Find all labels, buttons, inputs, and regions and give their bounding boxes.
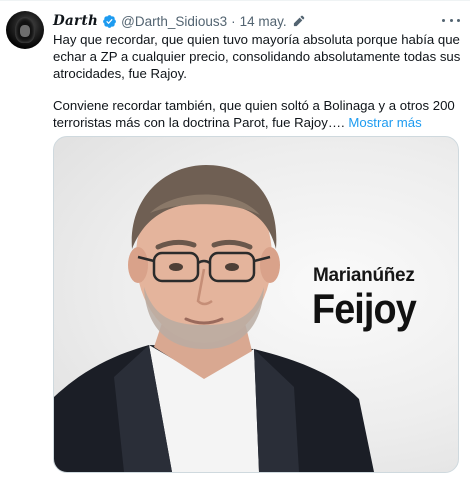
tweet-paragraph: Conviene recordar también, que quien sol… <box>53 98 463 132</box>
avatar-face-shape <box>20 25 30 37</box>
tweet-image[interactable]: Marianúñez Feijoy <box>53 136 459 473</box>
avatar[interactable] <box>6 11 44 49</box>
image-caption-last-name: Feijoy <box>312 285 417 332</box>
more-options-icon[interactable] <box>442 13 460 27</box>
edit-pencil-icon[interactable] <box>292 15 305 28</box>
tweet: Darth @Darth_Sidious3 · 14 may. Hay que … <box>0 0 470 478</box>
show-more-link[interactable]: Mostrar más <box>348 115 421 130</box>
separator-dot: · <box>231 13 236 29</box>
tweet-header: Darth @Darth_Sidious3 · 14 may. <box>53 11 305 31</box>
tweet-text: Hay que recordar, que quien tuvo mayoría… <box>53 32 463 132</box>
display-name[interactable]: Darth <box>53 13 98 29</box>
image-caption-first-name: Marianúñez <box>313 265 415 286</box>
tweet-paragraph: Hay que recordar, que quien tuvo mayoría… <box>53 32 461 81</box>
verified-badge-icon <box>103 14 117 28</box>
tweet-date[interactable]: 14 may. <box>240 14 287 29</box>
user-handle[interactable]: @Darth_Sidious3 <box>121 14 227 29</box>
